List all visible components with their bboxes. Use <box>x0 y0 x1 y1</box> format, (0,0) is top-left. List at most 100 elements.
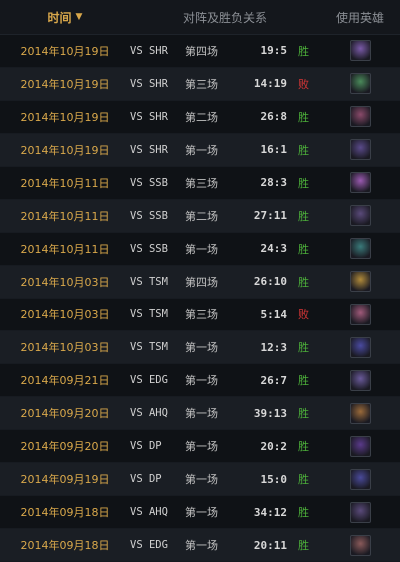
hero-cell <box>320 534 400 556</box>
match-score: 27:11 <box>253 209 287 223</box>
match-row[interactable]: 2014年09月18日 VS EDG 第一场 20:11 胜 <box>0 529 400 562</box>
match-score: 39:13 <box>253 406 287 420</box>
hero-cell <box>320 271 400 293</box>
hero-portrait-icon[interactable] <box>349 106 371 128</box>
hero-cell <box>320 73 400 95</box>
match-row[interactable]: 2014年10月19日 VS SHR 第四场 19:5 胜 <box>0 35 400 68</box>
match-opponent: VS SHR <box>130 44 168 57</box>
match-date: 2014年10月03日 <box>20 308 110 322</box>
match-date: 2014年09月18日 <box>20 506 110 520</box>
hero-cell <box>320 106 400 128</box>
hero-cell <box>320 336 400 358</box>
hero-portrait-icon[interactable] <box>349 402 371 424</box>
hero-cell <box>320 369 400 391</box>
hero-cell <box>320 435 400 457</box>
hero-portrait-icon[interactable] <box>349 435 371 457</box>
match-game-number: 第三场 <box>185 308 218 322</box>
match-result: 胜 <box>298 143 309 157</box>
match-row[interactable]: 2014年10月19日 VS SHR 第三场 14:19 败 <box>0 67 400 101</box>
match-score: 16:1 <box>260 143 288 157</box>
match-row[interactable]: 2014年10月03日 VS TSM 第三场 5:14 败 <box>0 299 400 332</box>
matchup-column-label: 对阵及胜负关系 <box>182 10 267 25</box>
hero-portrait-icon[interactable] <box>349 303 371 325</box>
match-result: 胜 <box>298 242 309 256</box>
match-row[interactable]: 2014年10月11日 VS SSB 第二场 27:11 胜 <box>0 199 400 233</box>
match-game-number: 第一场 <box>185 407 218 421</box>
match-game-number: 第四场 <box>185 44 218 58</box>
match-row[interactable]: 2014年09月20日 VS AHQ 第一场 39:13 胜 <box>0 397 400 431</box>
match-score: 26:7 <box>260 373 288 387</box>
match-opponent: VS SHR <box>130 110 168 123</box>
match-row[interactable]: 2014年10月03日 VS TSM 第四场 26:10 胜 <box>0 265 400 299</box>
match-result: 败 <box>298 308 309 322</box>
match-row[interactable]: 2014年09月19日 VS DP 第一场 15:0 胜 <box>0 463 400 497</box>
sort-by-time-button[interactable]: 时间 ▼ <box>0 9 130 26</box>
hero-portrait-icon[interactable] <box>349 139 371 161</box>
hero-portrait-icon[interactable] <box>349 73 371 95</box>
match-opponent: VS TSM <box>130 308 168 321</box>
match-game-number: 第三场 <box>185 176 218 190</box>
hero-portrait-icon[interactable] <box>349 534 371 556</box>
match-opponent: VS SSB <box>130 209 168 222</box>
match-game-number: 第一场 <box>185 473 218 487</box>
match-result: 胜 <box>298 440 309 454</box>
match-row[interactable]: 2014年10月11日 VS SSB 第三场 28:3 胜 <box>0 167 400 200</box>
match-game-number: 第一场 <box>185 506 218 520</box>
match-game-number: 第四场 <box>185 275 218 289</box>
hero-column-label: 使用英雄 <box>335 10 384 25</box>
match-date: 2014年10月19日 <box>20 143 110 157</box>
time-column-label: 时间 <box>47 10 72 25</box>
match-result: 胜 <box>298 506 309 520</box>
match-opponent: VS TSM <box>130 341 168 354</box>
hero-portrait-icon[interactable] <box>349 205 371 227</box>
match-row[interactable]: 2014年10月03日 VS TSM 第一场 12:3 胜 <box>0 331 400 365</box>
match-score: 5:14 <box>260 307 288 321</box>
match-opponent: VS SSB <box>130 176 168 189</box>
match-row[interactable]: 2014年10月19日 VS SHR 第一场 16:1 胜 <box>0 133 400 167</box>
hero-portrait-icon[interactable] <box>349 238 371 260</box>
match-date: 2014年09月19日 <box>20 473 110 487</box>
hero-portrait-icon[interactable] <box>349 271 371 293</box>
hero-portrait-icon[interactable] <box>349 501 371 523</box>
match-result: 胜 <box>298 110 309 124</box>
match-date: 2014年10月11日 <box>20 242 110 256</box>
match-result: 胜 <box>298 44 309 58</box>
match-game-number: 第一场 <box>185 539 218 553</box>
hero-portrait-icon[interactable] <box>349 369 371 391</box>
match-game-number: 第一场 <box>185 440 218 454</box>
match-score: 34:12 <box>253 505 287 519</box>
match-opponent: VS SHR <box>130 77 168 90</box>
match-score: 15:0 <box>260 472 288 486</box>
match-game-number: 第一场 <box>185 242 218 256</box>
table-header: 时间 ▼ 对阵及胜负关系 使用英雄 <box>0 0 400 35</box>
match-row[interactable]: 2014年10月11日 VS SSB 第一场 24:3 胜 <box>0 233 400 266</box>
match-game-number: 第二场 <box>185 209 218 223</box>
hero-cell <box>320 40 400 62</box>
hero-portrait-icon[interactable] <box>349 40 371 62</box>
match-row[interactable]: 2014年10月19日 VS SHR 第二场 26:8 胜 <box>0 101 400 134</box>
match-opponent: VS AHQ <box>130 506 168 519</box>
match-row[interactable]: 2014年09月18日 VS AHQ 第一场 34:12 胜 <box>0 496 400 530</box>
match-date: 2014年10月03日 <box>20 275 110 289</box>
match-row[interactable]: 2014年09月20日 VS DP 第一场 20:2 胜 <box>0 430 400 464</box>
match-result: 胜 <box>298 407 309 421</box>
match-list: 2014年10月19日 VS SHR 第四场 19:5 胜 2014年10月19日 VS S… <box>0 35 400 562</box>
hero-cell <box>320 501 400 523</box>
match-opponent: VS TSM <box>130 275 168 288</box>
hero-portrait-icon[interactable] <box>349 336 371 358</box>
chevron-down-icon: ▼ <box>75 12 83 22</box>
match-score: 12:3 <box>260 340 288 354</box>
match-row[interactable]: 2014年09月21日 VS EDG 第一场 26:7 胜 <box>0 364 400 398</box>
match-date: 2014年10月11日 <box>20 209 110 223</box>
match-result: 胜 <box>298 275 309 289</box>
match-date: 2014年10月03日 <box>20 341 110 355</box>
hero-cell <box>320 303 400 325</box>
match-game-number: 第三场 <box>185 77 218 91</box>
hero-portrait-icon[interactable] <box>349 172 371 194</box>
match-date: 2014年10月11日 <box>20 176 110 190</box>
match-score: 14:19 <box>253 77 287 91</box>
hero-portrait-icon[interactable] <box>349 468 371 490</box>
match-result: 胜 <box>298 374 309 388</box>
match-opponent: VS SHR <box>130 143 168 156</box>
hero-cell <box>320 139 400 161</box>
